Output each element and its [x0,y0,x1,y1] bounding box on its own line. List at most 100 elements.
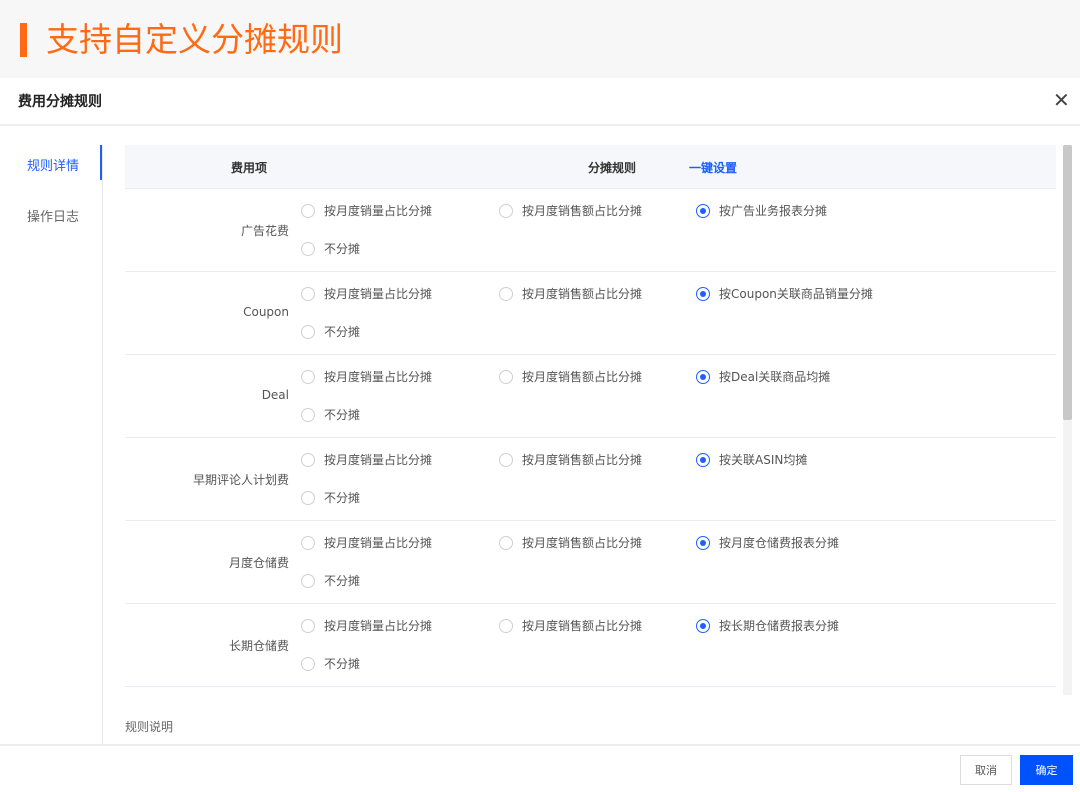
radio-none[interactable]: 不分摊 [301,240,360,257]
option-label: 按月度销量占比分摊 [324,619,433,633]
row-label: 长期仓储费 [228,639,289,653]
option-label: 不分摊 [324,408,361,422]
radio-icon[interactable] [301,535,315,550]
row-label: Coupon [243,305,289,319]
option-label: 不分摊 [324,574,361,588]
row-label: 月度仓储费 [228,556,289,570]
dialog-header: 费用分摊规则 ✕ [0,78,1080,126]
table-row: Coupon 按月度销量占比分摊 按月度销售额占比分摊 按Coupon关联商品销量分摊… [125,272,1056,355]
radio-by-amount[interactable]: 按月度销售额占比分摊 [499,534,642,551]
radio-icon[interactable] [301,286,315,301]
radio-icon[interactable] [301,656,315,671]
quick-set-link[interactable]: 一键设置 [689,159,737,176]
radio-icon[interactable] [696,535,710,550]
radio-icon[interactable] [696,203,710,218]
radio-none[interactable]: 不分摊 [301,489,360,506]
option-label: 按月度销售额占比分摊 [522,453,643,467]
nav-item-operation-log[interactable]: 操作日志 [27,206,79,225]
radio-none[interactable]: 不分摊 [301,572,360,589]
active-indicator [100,145,102,180]
nav-item-rule-details[interactable]: 规则详情 [27,155,79,174]
row-label: Deal [261,388,289,402]
radio-by-amount[interactable]: 按月度销售额占比分摊 [499,368,642,385]
radio-by-volume[interactable]: 按月度销量占比分摊 [301,451,432,468]
radio-icon[interactable] [301,203,315,218]
radio-special[interactable]: 按长期仓储费报表分摊 [696,617,839,634]
radio-by-amount[interactable]: 按月度销售额占比分摊 [499,451,642,468]
radio-special[interactable]: 按Coupon关联商品销量分摊 [696,285,873,302]
radio-icon[interactable] [696,369,710,384]
option-label: 按关联ASIN均摊 [719,453,808,467]
radio-special[interactable]: 按Deal关联商品均摊 [696,368,830,385]
table-row: 长期仓储费 按月度销量占比分摊 按月度销售额占比分摊 按长期仓储费报表分摊不分摊 [125,604,1056,687]
dialog-title: 费用分摊规则 [18,94,102,110]
radio-icon[interactable] [301,573,315,588]
scrollbar[interactable] [1063,145,1072,695]
radio-icon[interactable] [499,618,513,633]
radio-icon[interactable] [301,618,315,633]
cancel-button[interactable]: 取消 [960,755,1012,785]
radio-icon[interactable] [499,203,513,218]
radio-icon[interactable] [301,369,315,384]
radio-by-amount[interactable]: 按月度销售额占比分摊 [499,285,642,302]
radio-by-volume[interactable]: 按月度销量占比分摊 [301,368,432,385]
radio-icon[interactable] [301,452,315,467]
option-label: 按月度销售额占比分摊 [522,619,643,633]
radio-icon[interactable] [301,324,315,339]
option-label: 按月度销售额占比分摊 [522,204,643,218]
radio-by-volume[interactable]: 按月度销量占比分摊 [301,534,432,551]
banner-title: 支持自定义分摊规则 [46,20,343,59]
footer-divider [0,744,1080,746]
radio-none[interactable]: 不分摊 [301,406,360,423]
close-icon[interactable]: ✕ [1053,88,1070,112]
option-label: 按月度销量占比分摊 [324,453,433,467]
option-label: 不分摊 [324,491,361,505]
option-label: 不分摊 [324,657,361,671]
radio-icon[interactable] [301,241,315,256]
radio-icon[interactable] [499,369,513,384]
radio-icon[interactable] [499,535,513,550]
row-label: 早期评论人计划费 [192,473,289,487]
banner: 支持自定义分摊规则 [0,0,1080,78]
table-row: 月度仓储费 按月度销量占比分摊 按月度销售额占比分摊 按月度仓储费报表分摊不分摊 [125,521,1056,604]
side-nav: 规则详情 操作日志 [0,145,103,745]
radio-special[interactable]: 按广告业务报表分摊 [696,202,827,219]
option-label: 按月度销售额占比分摊 [522,370,643,384]
table-row: Deal 按月度销量占比分摊 按月度销售额占比分摊 按Deal关联商品均摊不分摊 [125,355,1056,438]
option-label: 按月度销量占比分摊 [324,287,433,301]
rules-table: 费用项 分摊规则 一键设置 广告花费 按月度销量占比分摊 按月度销售额占比分摊 按广告… [125,145,1056,697]
option-label: 按月度销售额占比分摊 [522,536,643,550]
radio-icon[interactable] [696,452,710,467]
radio-by-amount[interactable]: 按月度销售额占比分摊 [499,202,642,219]
option-label: 按Coupon关联商品销量分摊 [719,287,873,301]
table-header: 费用项 分摊规则 一键设置 [125,145,1056,189]
option-label: 按长期仓储费报表分摊 [719,619,840,633]
table-row: 早期评论人计划费 按月度销量占比分摊 按月度销售额占比分摊 按关联ASIN均摊不分摊 [125,438,1056,521]
option-label: 按月度仓储费报表分摊 [719,536,840,550]
radio-by-volume[interactable]: 按月度销量占比分摊 [301,285,432,302]
radio-special[interactable]: 按关联ASIN均摊 [696,451,807,468]
radio-by-volume[interactable]: 按月度销量占比分摊 [301,617,432,634]
radio-icon[interactable] [696,286,710,301]
scrollbar-thumb[interactable] [1063,145,1072,420]
option-label: 不分摊 [324,325,361,339]
radio-special[interactable]: 按月度仓储费报表分摊 [696,534,839,551]
radio-none[interactable]: 不分摊 [301,323,360,340]
header-rule: 分摊规则 [588,161,637,175]
header-item: 费用项 [231,161,268,175]
accent-bar [20,23,27,57]
rule-description-label: 规则说明 [125,720,174,734]
radio-icon[interactable] [301,490,315,505]
radio-icon[interactable] [499,286,513,301]
row-label: 广告花费 [240,224,289,238]
radio-icon[interactable] [499,452,513,467]
option-label: 不分摊 [324,242,361,256]
confirm-button[interactable]: 确定 [1020,755,1073,785]
radio-by-volume[interactable]: 按月度销量占比分摊 [301,202,432,219]
radio-icon[interactable] [696,618,710,633]
radio-by-amount[interactable]: 按月度销售额占比分摊 [499,617,642,634]
option-label: 按月度销量占比分摊 [324,204,433,218]
option-label: 按月度销售额占比分摊 [522,287,643,301]
radio-icon[interactable] [301,407,315,422]
radio-none[interactable]: 不分摊 [301,655,360,672]
